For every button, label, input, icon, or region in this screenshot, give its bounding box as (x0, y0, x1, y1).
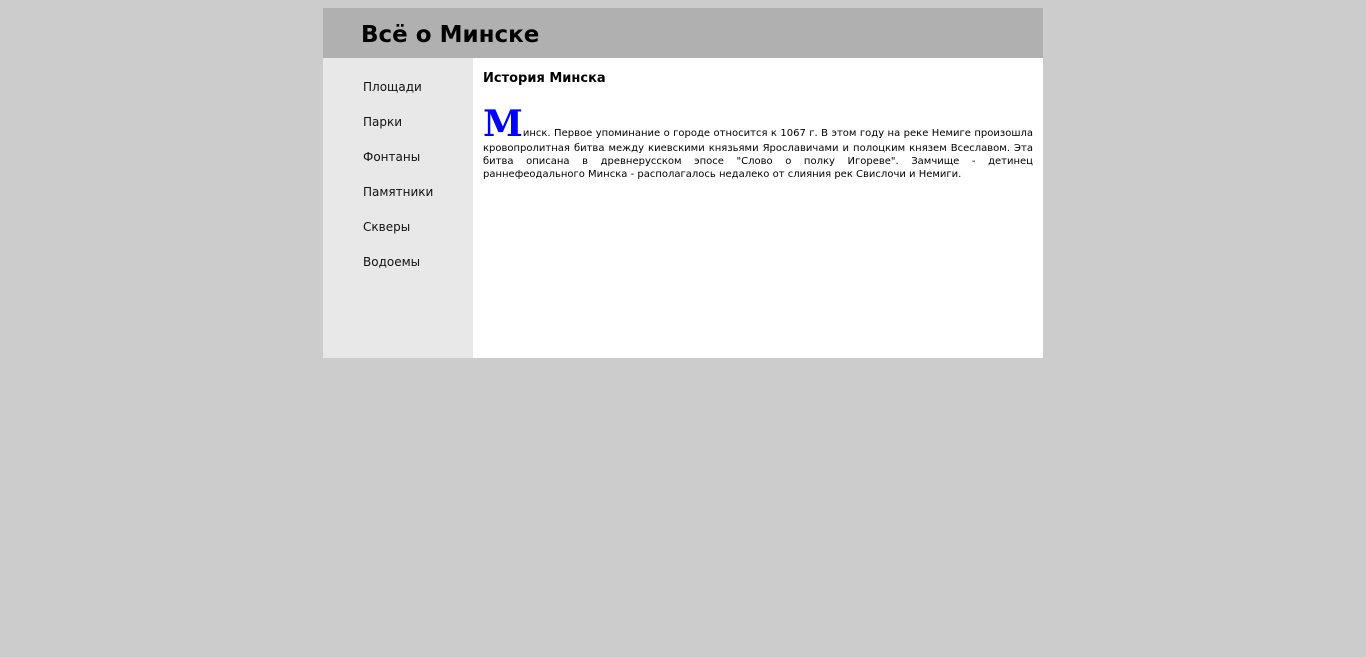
sidebar-item-squares[interactable]: Площади (363, 79, 422, 95)
sidebar-item-monuments[interactable]: Памятники (363, 184, 433, 200)
site-title: Всё о Минске (361, 22, 540, 48)
sidebar-item-fountains[interactable]: Фонтаны (363, 149, 420, 165)
drop-cap: М (483, 103, 523, 145)
site-header: Всё о Минске (323, 8, 1043, 58)
page-container: Всё о Минске Площади Парки Фонтаны Памят… (323, 8, 1043, 358)
main-content: История Минска Минск. Первое упоминание … (473, 58, 1043, 358)
article-body: инск. Первое упоминание о городе относит… (483, 128, 1033, 180)
sidebar-nav: Площади Парки Фонтаны Памятники Скверы В… (323, 58, 473, 358)
article-paragraph: Минск. Первое упоминание о городе относи… (483, 106, 1033, 181)
sidebar-item-public-gardens[interactable]: Скверы (363, 219, 410, 235)
article-title: История Минска (483, 71, 606, 86)
sidebar-item-parks[interactable]: Парки (363, 114, 402, 130)
sidebar-item-water-bodies[interactable]: Водоемы (363, 254, 420, 270)
